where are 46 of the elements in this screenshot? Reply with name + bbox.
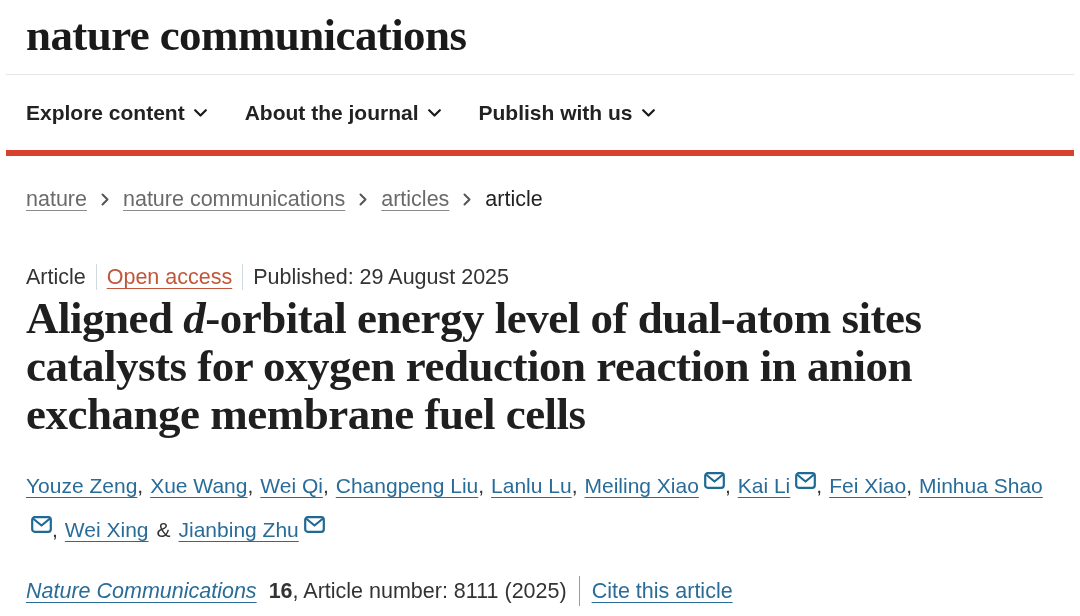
author-separator: , <box>571 473 578 499</box>
author-link[interactable]: Youze Zeng <box>26 464 138 508</box>
author-separator: , <box>478 473 485 499</box>
breadcrumb-link[interactable]: articles <box>381 185 450 213</box>
nav-menu-button[interactable]: Publish with us <box>478 98 655 127</box>
author-link[interactable]: Minhua Shao <box>919 464 1043 508</box>
author-link[interactable]: Lanlu Lu <box>491 464 572 508</box>
article-type-label: Article <box>26 264 86 291</box>
breadcrumb-current: article <box>485 186 543 213</box>
chevron-right-icon <box>100 192 109 206</box>
chevron-right-icon <box>463 192 472 206</box>
nav-menu-button[interactable]: Explore content <box>26 98 207 127</box>
open-access-link[interactable]: Open access <box>106 263 233 291</box>
author-link[interactable]: Xue Wang <box>150 464 248 508</box>
published-date: Published: 29 August 2025 <box>253 264 510 291</box>
chevron-down-icon <box>193 108 207 117</box>
author-separator: , <box>906 473 912 499</box>
mail-icon[interactable] <box>703 472 725 489</box>
mail-icon[interactable] <box>303 516 325 533</box>
journal-link[interactable]: Nature Communications <box>26 579 257 603</box>
author-separator: , <box>322 473 329 499</box>
author-separator: , <box>52 517 58 543</box>
author-link[interactable]: Wei Xing <box>64 508 149 552</box>
chevron-down-icon <box>641 108 655 117</box>
author-separator: , <box>247 473 254 499</box>
breadcrumb-link[interactable]: nature communications <box>122 185 346 213</box>
breadcrumb-link[interactable]: nature <box>26 185 87 213</box>
chevron-down-icon <box>427 108 441 117</box>
author-link[interactable]: Wei Qi <box>260 464 323 508</box>
cite-link[interactable]: Cite this article <box>591 577 733 605</box>
nav-menu-button[interactable]: About the journal <box>244 98 441 127</box>
author-link[interactable]: Fei Xiao <box>829 464 907 508</box>
author-separator: , <box>137 473 144 499</box>
mail-icon[interactable] <box>795 472 817 489</box>
chevron-right-icon <box>359 192 368 206</box>
citation-text: Nature Communications 16, Article number: 8111 (2025) <box>26 578 567 605</box>
author-separator: & <box>156 517 171 543</box>
journal-logo[interactable]: nature communications <box>26 12 467 58</box>
author-link[interactable]: Meiling Xiao <box>584 464 699 508</box>
author-separator: , <box>724 473 731 499</box>
author-link[interactable]: Changpeng Liu <box>335 464 479 508</box>
article-title: Aligned d-orbital energy level of dual-atom sites catalysts for oxygen reduction reaction in anion exchange membrane fuel cells <box>26 294 923 438</box>
author-separator: , <box>816 473 823 499</box>
author-link[interactable]: Kai Li <box>737 464 791 508</box>
mail-icon[interactable] <box>31 516 52 533</box>
author-link[interactable]: Jianbing Zhu <box>178 508 299 552</box>
